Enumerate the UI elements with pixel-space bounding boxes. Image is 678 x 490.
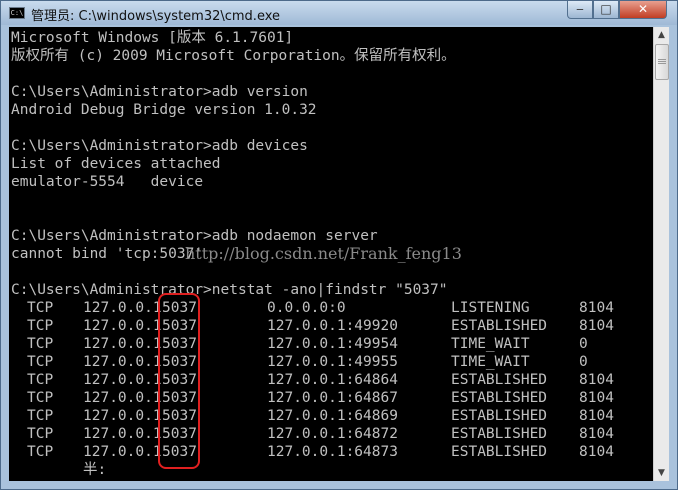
console-output[interactable]: Microsoft Windows [版本 6.1.7601] 版权所有 (c)… xyxy=(9,27,653,481)
pid-cell: 8104 xyxy=(579,390,614,406)
console-line: Microsoft Windows [版本 6.1.7601] xyxy=(11,30,294,46)
vertical-scrollbar[interactable]: ▲ ▼ xyxy=(653,27,669,481)
local-ip-cell: 127.0.0.1 xyxy=(83,336,162,352)
pid-cell: 0 xyxy=(579,354,588,370)
console-line: 版权所有 (c) 2009 Microsoft Corporation。保留所有… xyxy=(11,48,456,64)
local-ip-cell: 127.0.0.1 xyxy=(83,300,162,316)
console-line: List of devices attached xyxy=(11,156,221,172)
pid-cell: 8104 xyxy=(579,318,614,334)
minimize-button[interactable]: ‒ xyxy=(567,1,593,19)
state-cell: ESTABLISHED xyxy=(451,444,548,460)
pid-cell: 0 xyxy=(579,336,588,352)
pid-cell: 8104 xyxy=(579,426,614,442)
pid-cell: 8104 xyxy=(579,300,614,316)
protocol-cell: TCP xyxy=(27,426,54,442)
local-ip-cell: 127.0.0.1 xyxy=(83,426,162,442)
foreign-address-cell: 127.0.0.1:64869 xyxy=(267,408,398,424)
console-line: emulator-5554 device xyxy=(11,174,204,190)
protocol-cell: TCP xyxy=(27,336,54,352)
local-ip-cell: 127.0.0.1 xyxy=(83,354,162,370)
state-cell: ESTABLISHED xyxy=(451,390,548,406)
protocol-cell: TCP xyxy=(27,444,54,460)
local-ip-cell: 127.0.0.1 xyxy=(83,372,162,388)
protocol-cell: TCP xyxy=(27,354,54,370)
foreign-address-cell: 127.0.0.1:49920 xyxy=(267,318,398,334)
state-cell: ESTABLISHED xyxy=(451,372,548,388)
window-title: 管理员: C:\windows\system32\cmd.exe xyxy=(31,9,280,24)
scroll-down-arrow-icon[interactable]: ▼ xyxy=(654,465,669,481)
close-button[interactable]: ✕ xyxy=(619,1,667,19)
state-cell: LISTENING xyxy=(451,300,530,316)
local-ip-cell: 127.0.0.1 xyxy=(83,390,162,406)
cmd-app-icon[interactable]: C:\ xyxy=(9,7,25,19)
protocol-cell: TCP xyxy=(27,390,54,406)
protocol-cell: TCP xyxy=(27,408,54,424)
local-ip-cell: 127.0.0.1 xyxy=(83,318,162,334)
console-line: Android Debug Bridge version 1.0.32 xyxy=(11,102,317,118)
foreign-address-cell: 127.0.0.1:64872 xyxy=(267,426,398,442)
console-line: cannot bind 'tcp:5037' xyxy=(11,246,204,262)
state-cell: ESTABLISHED xyxy=(451,426,548,442)
foreign-address-cell: 127.0.0.1:64864 xyxy=(267,372,398,388)
maximize-button[interactable]: □ xyxy=(593,1,619,19)
scroll-grip-icon xyxy=(658,61,666,62)
pid-cell: 8104 xyxy=(579,444,614,460)
protocol-cell: TCP xyxy=(27,318,54,334)
local-ip-cell: 127.0.0.1 xyxy=(83,408,162,424)
ime-status: 半: xyxy=(83,462,107,478)
foreign-address-cell: 127.0.0.1:64873 xyxy=(267,444,398,460)
foreign-address-cell: 127.0.0.1:49955 xyxy=(267,354,398,370)
state-cell: TIME_WAIT xyxy=(451,354,530,370)
port-highlight-box xyxy=(158,293,200,469)
cmd-window: C:\ 管理员: C:\windows\system32\cmd.exe ‒ □… xyxy=(0,0,678,490)
foreign-address-cell: 127.0.0.1:64867 xyxy=(267,390,398,406)
scroll-thumb[interactable] xyxy=(655,44,669,80)
foreign-address-cell: 0.0.0.0:0 xyxy=(267,300,346,316)
state-cell: TIME_WAIT xyxy=(451,336,530,352)
console-line: C:\Users\Administrator>adb version xyxy=(11,84,308,100)
protocol-cell: TCP xyxy=(27,372,54,388)
console-line: C:\Users\Administrator>netstat -ano|find… xyxy=(11,282,448,298)
scroll-grip-icon xyxy=(658,63,666,64)
scroll-up-arrow-icon[interactable]: ▲ xyxy=(654,27,669,43)
local-ip-cell: 127.0.0.1 xyxy=(83,444,162,460)
protocol-cell: TCP xyxy=(27,300,54,316)
state-cell: ESTABLISHED xyxy=(451,408,548,424)
watermark-text: http://blog.csdn.net/Frank_feng13 xyxy=(185,244,462,263)
console-line: C:\Users\Administrator>adb devices xyxy=(11,138,308,154)
state-cell: ESTABLISHED xyxy=(451,318,548,334)
console-line: C:\Users\Administrator>adb nodaemon serv… xyxy=(11,228,378,244)
scroll-grip-icon xyxy=(658,59,666,60)
foreign-address-cell: 127.0.0.1:49954 xyxy=(267,336,398,352)
pid-cell: 8104 xyxy=(579,372,614,388)
pid-cell: 8104 xyxy=(579,408,614,424)
